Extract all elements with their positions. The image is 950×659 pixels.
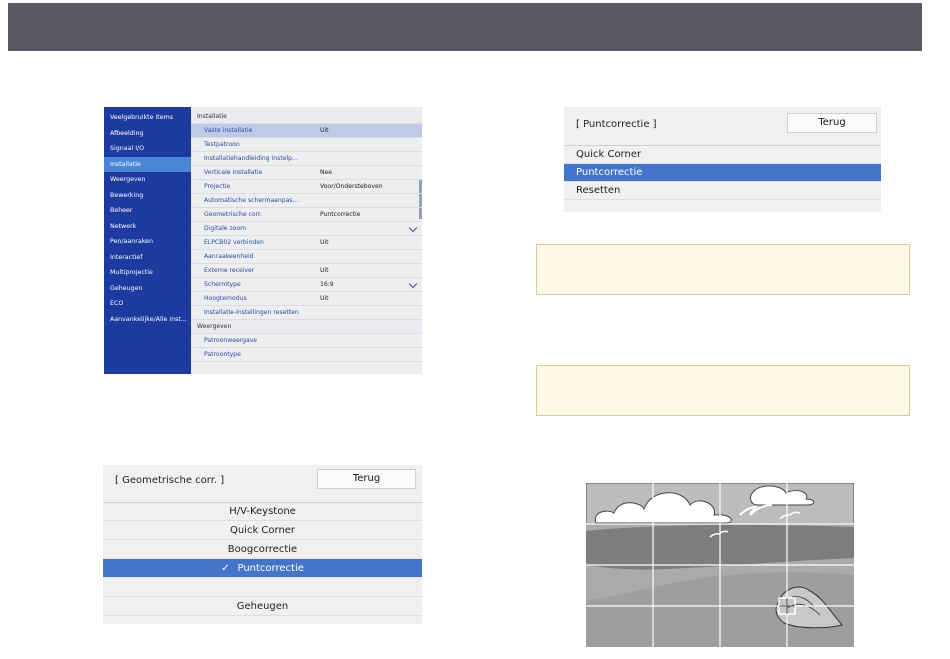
back-button[interactable]: Terug <box>787 113 877 133</box>
menu-row-label: Verticale installatie <box>204 169 263 176</box>
menu-item-puntcorrectie[interactable]: Puntcorrectie <box>564 164 881 182</box>
menu-nav-item[interactable]: Veelgebruikte items <box>104 110 191 125</box>
menu-nav-sidebar: Veelgebruikte items Afbeelding Signaal I/O… <box>104 107 191 374</box>
menu-row-label: Schermtype <box>204 281 241 288</box>
menu-row-label: Installatie <box>197 113 227 120</box>
menu-row-value: Uit <box>320 267 329 274</box>
menu-row-label: Testpatroon <box>204 141 240 148</box>
menu-row[interactable]: Testpatroon <box>191 138 422 152</box>
menu-item-empty <box>103 578 422 597</box>
geometrische-corr-dialog: [ Geometrische corr. ] Terug H/V-Keyston… <box>103 465 422 624</box>
menu-row-label: Externe receiver <box>204 267 255 274</box>
menu-item-resetten[interactable]: Resetten <box>564 182 881 200</box>
menu-nav-item[interactable]: Netwerk <box>104 219 191 234</box>
dialog-title: [ Geometrische corr. ] <box>115 475 225 486</box>
menu-nav-item[interactable]: Interactief <box>104 250 191 265</box>
menu-row[interactable]: Verticale installatie Nee <box>191 166 422 180</box>
menu-row-label: Installatie-instellingen resetten <box>204 309 299 316</box>
menu-nav-item[interactable]: Geheugen <box>104 281 191 296</box>
menu-row[interactable]: Externe receiver Uit <box>191 264 422 278</box>
menu-row-label: Geometrische corr. <box>204 211 262 218</box>
menu-item-hv-keystone[interactable]: H/V-Keystone <box>103 502 422 521</box>
projector-menu-screenshot: Veelgebruikte items Afbeelding Signaal I/O… <box>104 107 422 374</box>
menu-nav-item[interactable]: ECO <box>104 296 191 311</box>
menu-row[interactable]: Schermtype 16:9 <box>191 278 422 292</box>
menu-row[interactable]: Hoogtemodus Uit <box>191 292 422 306</box>
point-correction-illustration <box>586 483 854 647</box>
menu-nav-item[interactable]: Beheer <box>104 203 191 218</box>
menu-nav-item[interactable]: Weergeven <box>104 172 191 187</box>
menu-nav-item[interactable]: Installatie <box>104 156 191 172</box>
menu-nav-item[interactable]: Pen/aanraken <box>104 234 191 249</box>
dialog-header: [ Puntcorrectie ] Terug <box>564 107 881 146</box>
menu-row[interactable]: Digitale zoom <box>191 222 422 236</box>
menu-row-value: 16:9 <box>320 281 334 288</box>
menu-row-label: Patroonweergave <box>204 337 258 344</box>
menu-row[interactable]: Patroonweergave <box>191 334 422 348</box>
menu-row-value: Nee <box>320 169 333 176</box>
dialog-title: [ Puntcorrectie ] <box>576 119 657 130</box>
menu-row-label: Automatische schermaanpas... <box>204 197 299 204</box>
menu-row-value: Uit <box>320 239 329 246</box>
menu-row-value: Uit <box>320 127 329 134</box>
menu-row-value: Voor/Ondersteboven <box>320 183 383 190</box>
menu-nav-item[interactable]: Signaal I/O <box>104 141 191 156</box>
menu-nav-item[interactable]: Bewerking <box>104 188 191 203</box>
menu-item-boogcorrectie[interactable]: Boogcorrectie <box>103 540 422 559</box>
menu-section-header: Weergeven <box>191 320 422 334</box>
back-button[interactable]: Terug <box>317 469 416 489</box>
menu-item-label: Puntcorrectie <box>237 563 304 574</box>
menu-row[interactable]: Installatiehandleiding instelp... <box>191 152 422 166</box>
menu-row-label: Installatiehandleiding instelp... <box>204 155 298 162</box>
menu-row-label: Aanraakeenheid <box>204 253 254 260</box>
checkmark-icon: ✓ <box>221 563 230 574</box>
menu-row-label: ELPCB02 verbinden <box>204 239 264 246</box>
menu-row[interactable]: Patroontype <box>191 348 422 362</box>
chevron-down-icon[interactable] <box>408 279 418 289</box>
menu-row-label: Vaste installatie <box>204 127 253 134</box>
dialog-header: [ Geometrische corr. ] Terug <box>103 465 422 503</box>
menu-row[interactable]: Projectie Voor/Ondersteboven <box>191 180 422 194</box>
menu-nav-item[interactable]: Multiprojectie <box>104 265 191 280</box>
menu-row[interactable]: Geometrische corr. Puntcorrectie <box>191 208 422 222</box>
menu-row-label: Weergeven <box>197 323 232 330</box>
header-bar <box>8 3 922 51</box>
menu-row-value: Puntcorrectie <box>320 211 361 218</box>
menu-row[interactable]: Automatische schermaanpas... <box>191 194 422 208</box>
menu-row[interactable]: Vaste installatie Uit <box>191 124 422 138</box>
menu-row-label: Hoogtemodus <box>204 295 247 302</box>
menu-row-label: Digitale zoom <box>204 225 247 232</box>
menu-item-puntcorrectie[interactable]: ✓ Puntcorrectie <box>103 559 422 578</box>
menu-item-label: Puntcorrectie <box>576 167 643 178</box>
menu-nav-item[interactable]: Aanvankelijke/Alle inst... <box>104 312 191 327</box>
menu-item-quick-corner[interactable]: Quick Corner <box>103 521 422 540</box>
menu-row[interactable]: Aanraakeenheid <box>191 250 422 264</box>
menu-row-value: Uit <box>320 295 329 302</box>
puntcorrectie-dialog: [ Puntcorrectie ] Terug Quick Corner Pun… <box>564 107 881 212</box>
menu-settings-list: Installatie Vaste installatie Uit Testpatro… <box>191 107 422 374</box>
menu-row-label: Patroontype <box>204 351 241 358</box>
note-box <box>536 244 910 295</box>
menu-item-geheugen[interactable]: Geheugen <box>103 597 422 616</box>
note-box <box>536 365 910 416</box>
menu-item-label: Quick Corner <box>576 149 642 160</box>
menu-section-header: Installatie <box>191 110 422 124</box>
menu-nav-item[interactable]: Afbeelding <box>104 126 191 141</box>
menu-item-quick-corner[interactable]: Quick Corner <box>564 146 881 164</box>
menu-row[interactable]: ELPCB02 verbinden Uit <box>191 236 422 250</box>
menu-row-label: Projectie <box>204 183 231 190</box>
menu-row[interactable]: Installatie-instellingen resetten <box>191 306 422 320</box>
chevron-down-icon[interactable] <box>408 223 418 233</box>
menu-item-label: Resetten <box>576 185 621 196</box>
